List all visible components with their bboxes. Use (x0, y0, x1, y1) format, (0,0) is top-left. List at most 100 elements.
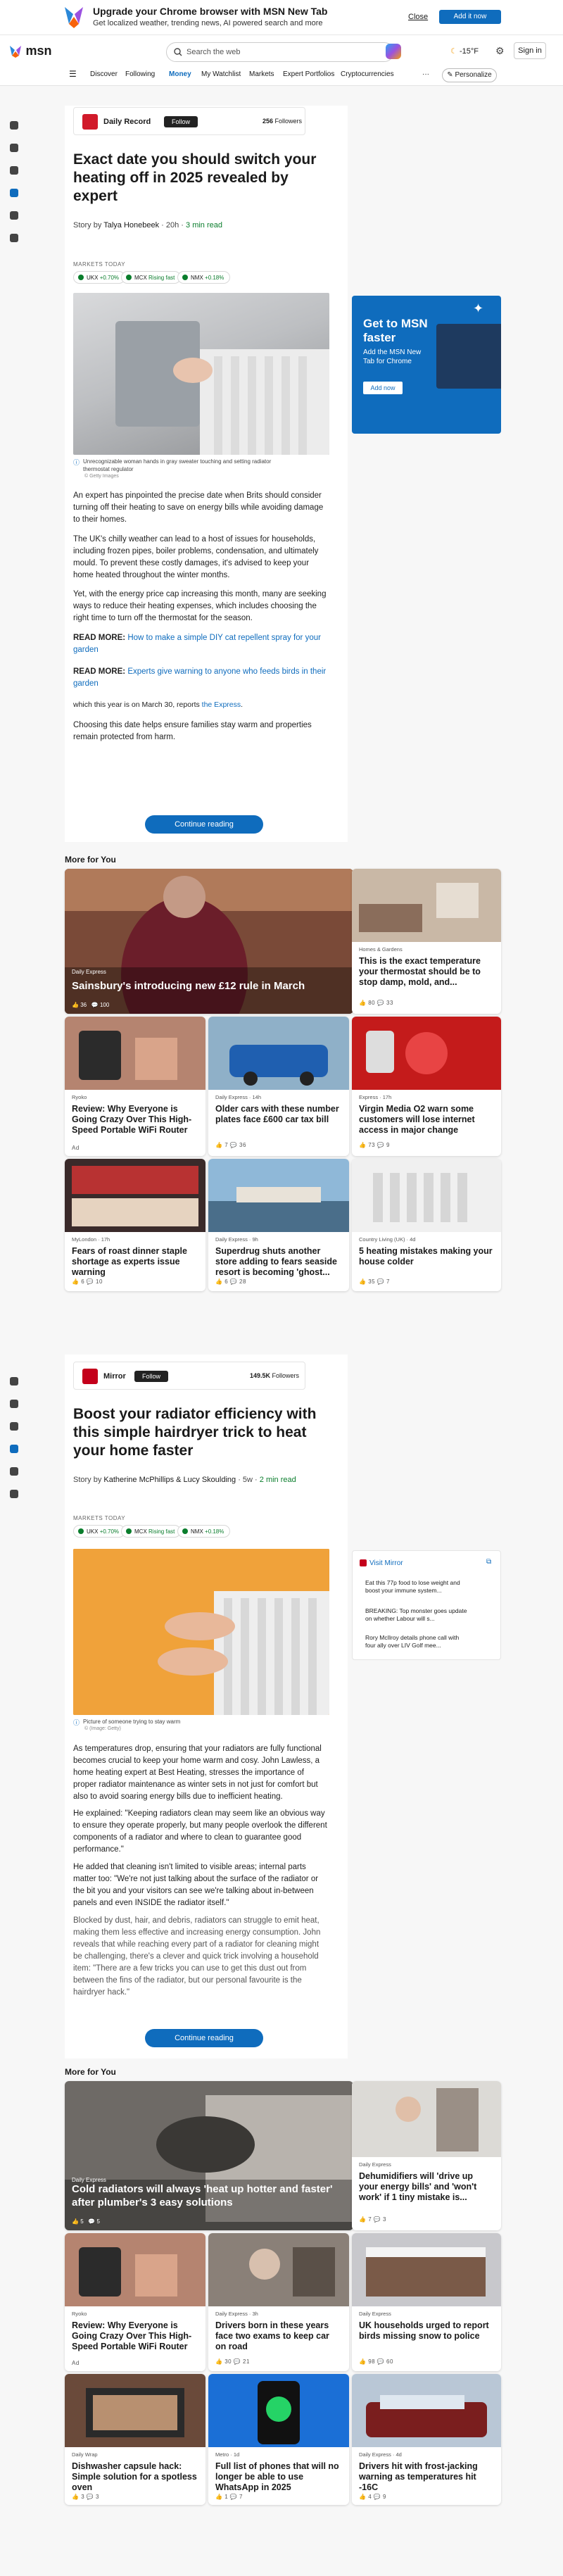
sign-in-button[interactable]: Sign in (514, 42, 546, 59)
feed-card[interactable]: MyLondon · 17h Fears of roast dinner sta… (65, 1159, 205, 1291)
visit-mirror-heading[interactable]: Visit Mirror (369, 1559, 403, 1567)
personalize-label: Personalize (455, 71, 492, 79)
msn-promo-ad[interactable]: ✦ Get to MSN faster Add the MSN New Tab … (352, 296, 501, 434)
feed-card[interactable]: Metro · 1d Full list of phones that will… (208, 2374, 349, 2505)
chip-ukx[interactable]: UKX +0.70% (73, 271, 126, 284)
feed-card-image (208, 2233, 349, 2306)
chip-dot (126, 275, 132, 280)
left-rail-1 (7, 121, 25, 256)
feed-meta: 👍 73 💬 9 (359, 1142, 390, 1148)
image-credit: © Getty Images (84, 474, 119, 479)
more-icon[interactable] (10, 1490, 18, 1498)
feed-card[interactable]: Daily Wrap Dishwasher capsule hack: Simp… (65, 2374, 205, 2505)
copilot-icon[interactable] (386, 44, 401, 59)
feed-card-featured[interactable]: Daily Express Sainsbury's introducing ne… (65, 869, 353, 1014)
msn-logo-icon (10, 45, 21, 58)
feed-card[interactable]: Homes & Gardens This is the exact temper… (352, 869, 501, 1014)
feed-card-image (208, 1159, 349, 1232)
feed-source: Ryoko (72, 2311, 87, 2317)
promo-logo-icon: ✦ (473, 301, 484, 315)
publisher-name[interactable]: Mirror (103, 1372, 126, 1381)
settings-icon[interactable]: ⚙ (495, 45, 505, 57)
express-link[interactable]: the Express (202, 700, 241, 709)
visit-mirror-card[interactable]: Visit Mirror ⧉ Eat this 77p food to lose… (352, 1550, 501, 1660)
feed-meta: 👍 35 💬 7 (359, 1278, 390, 1285)
feed-card[interactable]: Ryoko Review: Why Everyone is Going Craz… (65, 2233, 205, 2371)
chip-nmx[interactable]: NMX +0.18% (177, 271, 231, 284)
personalize-button[interactable]: ✎ Personalize (442, 68, 497, 82)
mirror-logo (82, 1369, 98, 1384)
follow-button[interactable]: Follow (164, 116, 198, 127)
nav-money[interactable]: Money (169, 70, 191, 78)
continue-reading-button[interactable]: Continue reading (145, 2029, 263, 2047)
article-paragraph: The UK's chilly weather can lead to a ho… (73, 535, 319, 579)
feed-card[interactable]: Country Living (UK) · 4d 5 heating mista… (352, 1159, 501, 1291)
chip-nmx[interactable]: NMX +0.18% (177, 1525, 231, 1538)
share-icon[interactable] (10, 211, 18, 220)
share-icon[interactable] (10, 1467, 18, 1476)
follow-button[interactable]: Follow (134, 1371, 168, 1382)
msn-logo[interactable]: msn (8, 44, 51, 58)
feed-source: Daily Express · 4d (359, 2451, 402, 2458)
chip-ukx[interactable]: UKX +0.70% (73, 1525, 126, 1538)
feed-card[interactable]: Daily Express · 14h Older cars with thes… (208, 1017, 349, 1156)
more-icon[interactable] (10, 234, 18, 242)
like-icon[interactable] (10, 144, 18, 152)
dislike-icon[interactable] (10, 166, 18, 175)
radiator-illustration (115, 321, 329, 455)
nav-markets[interactable]: Markets (249, 70, 274, 78)
article-cut-text: which this year is on March 30, reports … (73, 700, 243, 709)
feed-title: Older cars with these number plates face… (215, 1104, 339, 1124)
mirror-link-item[interactable]: Eat this 77p food to lose weight and boo… (365, 1579, 471, 1595)
feed-card[interactable]: Daily Express Dehumidifiers will 'drive … (352, 2081, 501, 2230)
search-box[interactable]: Search the web (166, 42, 394, 62)
feed-card[interactable]: Express · 17h Virgin Media O2 warn some … (352, 1017, 501, 1156)
chip-mcx[interactable]: MCX Rising fast (121, 1525, 182, 1538)
comment-icon[interactable] (10, 1445, 18, 1453)
feed-card-featured[interactable]: Daily Express Cold radiators will always… (65, 2081, 353, 2230)
nav-my-watchlist[interactable]: My Watchlist (201, 70, 241, 78)
feed-title: Drivers born in these years face two exa… (215, 2320, 329, 2351)
read-more-2: READ MORE: Experts give warning to anyon… (73, 667, 327, 688)
mirror-link-item[interactable]: Rory McIlroy details phone call with fou… (365, 1634, 471, 1650)
comment-icon[interactable] (10, 189, 18, 197)
add-it-now-button[interactable]: Add it now (439, 10, 501, 24)
like-icon[interactable] (10, 1400, 18, 1408)
mirror-link-item[interactable]: BREAKING: Top monster goes update on whe… (365, 1607, 471, 1623)
nav-discover[interactable]: Discover (90, 70, 118, 78)
chip-dot (182, 1528, 188, 1534)
feed-card[interactable]: Daily Express · 9h Superdrug shuts anoth… (208, 1159, 349, 1291)
promo-add-button[interactable]: Add now (363, 382, 403, 394)
feed-card[interactable]: Ryoko Review: Why Everyone is Going Craz… (65, 1017, 205, 1156)
nav-more[interactable]: ··· (422, 70, 429, 78)
nav-expert-portfolios[interactable]: Expert Portfolios (283, 70, 334, 78)
nav-cryptocurrencies[interactable]: Cryptocurrencies (341, 70, 394, 78)
feed-meta: 👍 30 💬 21 (215, 2358, 250, 2365)
byline: Story by Talya Honebeek · 20h · 3 min re… (73, 221, 223, 230)
feed-source: Daily Wrap (72, 2451, 98, 2458)
feed-card[interactable]: Daily Express · 4d Drivers hit with fros… (352, 2374, 501, 2505)
publisher-bar: Mirror Follow 149.5K Followers (73, 1362, 305, 1390)
ad-label: Ad (72, 1145, 80, 1151)
feed-title: Review: Why Everyone is Going Crazy Over… (72, 2320, 192, 2351)
article-title: Boost your radiator efficiency with this… (73, 1406, 317, 1459)
publisher-name[interactable]: Daily Record (103, 118, 151, 126)
car-icon[interactable] (10, 121, 18, 130)
chip-mcx[interactable]: MCX Rising fast (121, 271, 182, 284)
feed-card[interactable]: Daily Express UK households urged to rep… (352, 2233, 501, 2371)
feed-source: Ryoko (72, 1094, 87, 1100)
continue-reading-button[interactable]: Continue reading (145, 815, 263, 834)
image-caption: Picture of someone trying to stay warm (83, 1719, 181, 1725)
feed-source: Country Living (UK) · 4d (359, 1236, 416, 1243)
external-link-icon[interactable]: ⧉ (486, 1558, 491, 1566)
weather-widget[interactable]: ☾ -15°F (450, 46, 479, 56)
feed-card-image (208, 2374, 349, 2447)
car-icon[interactable] (10, 1377, 18, 1386)
feed-title: Full list of phones that will no longer … (215, 2461, 339, 2492)
featured-meta: 👍 5 💬 5 (72, 2218, 100, 2225)
feed-card[interactable]: Daily Express · 3h Drivers born in these… (208, 2233, 349, 2371)
dislike-icon[interactable] (10, 1422, 18, 1431)
menu-icon[interactable]: ☰ (69, 69, 77, 79)
nav-following[interactable]: Following (125, 70, 155, 78)
banner-close-link[interactable]: Close (408, 13, 428, 21)
